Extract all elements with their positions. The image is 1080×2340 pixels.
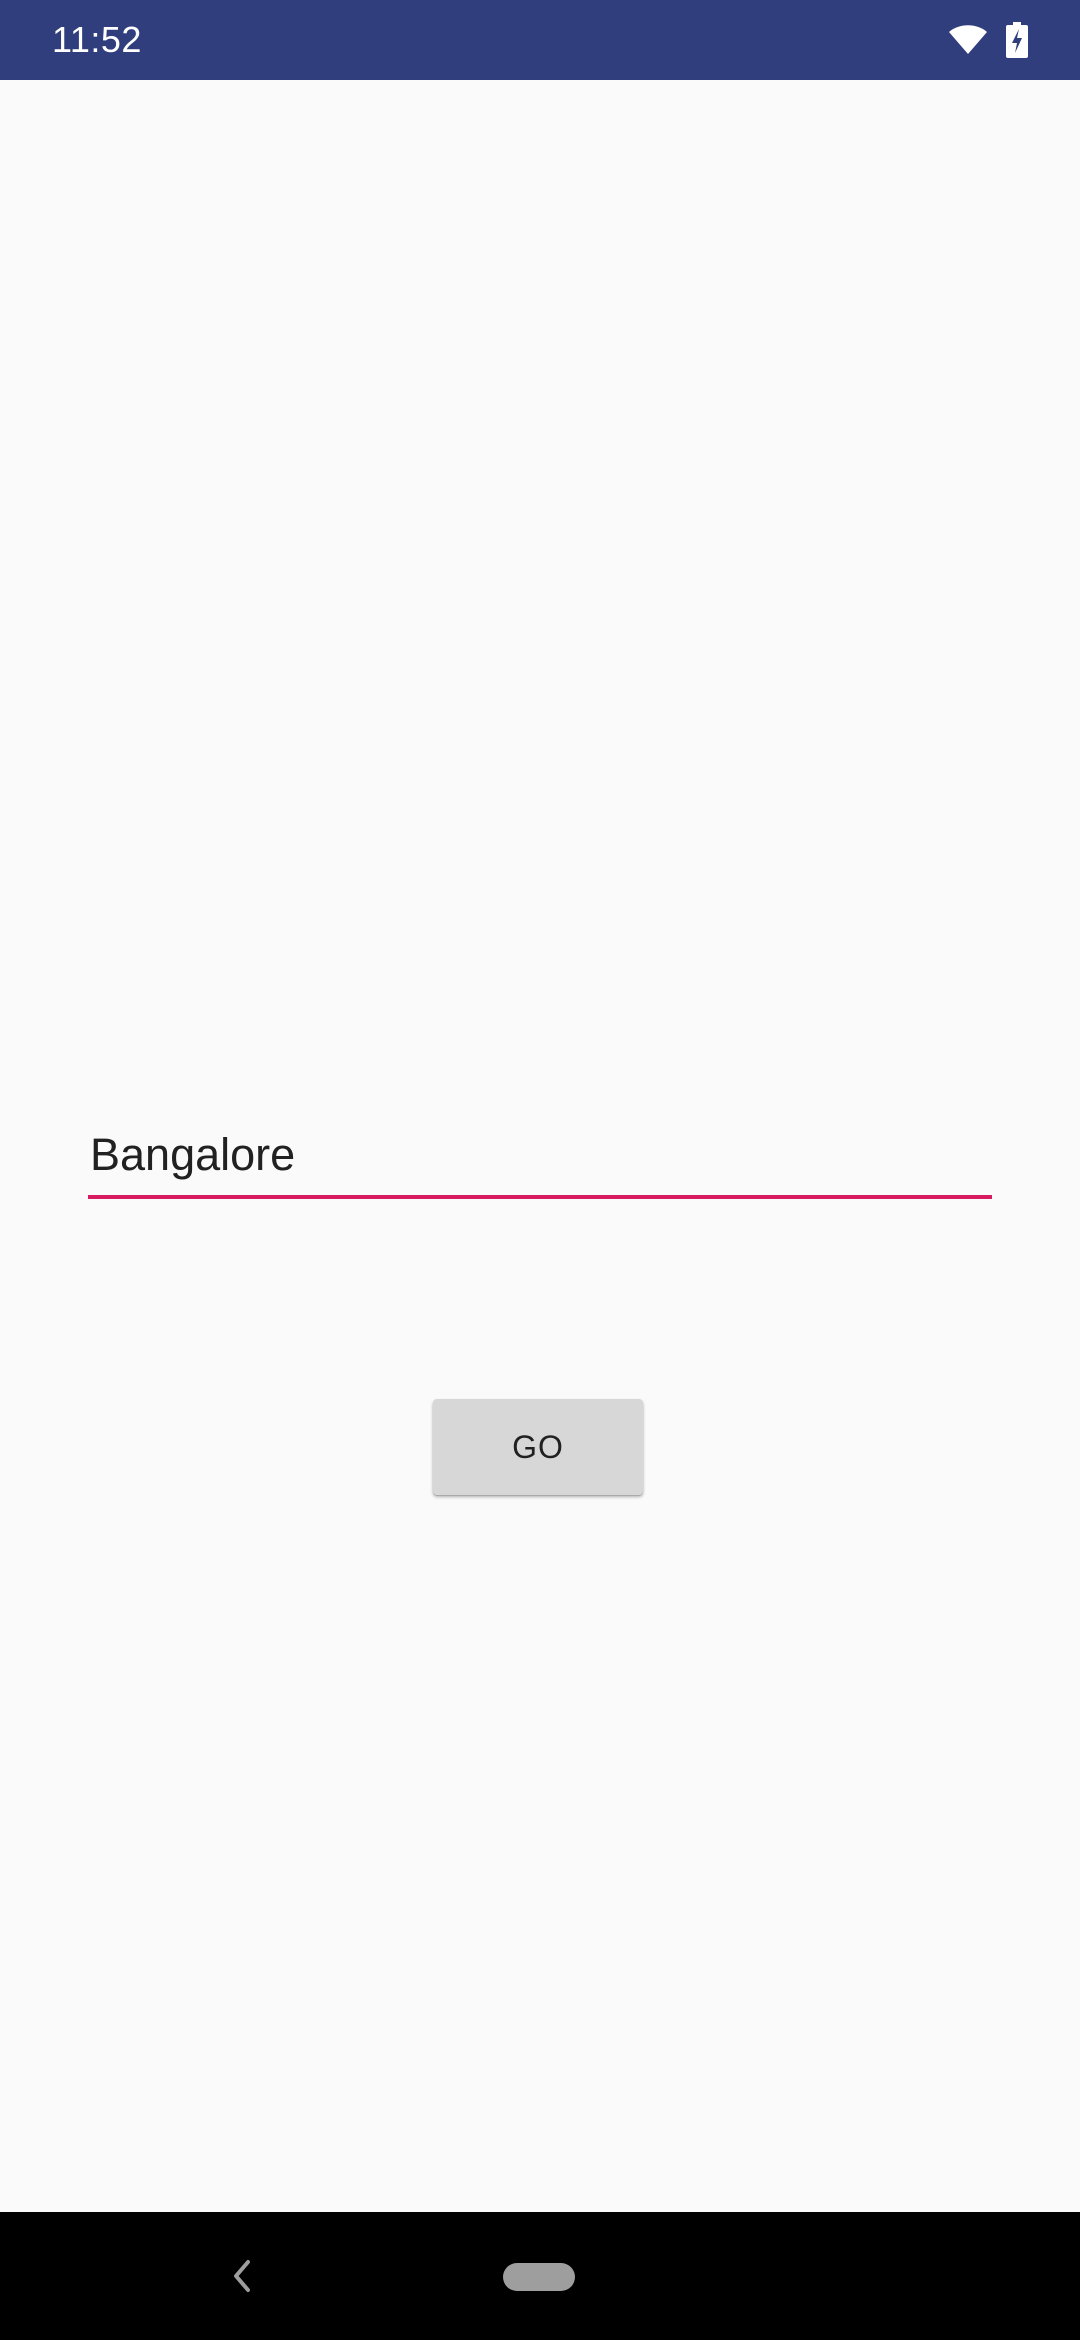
status-icons	[948, 20, 1028, 60]
city-input[interactable]: Bangalore	[88, 1125, 992, 1199]
navigation-bar	[0, 2212, 1080, 2340]
wifi-icon	[948, 24, 988, 56]
home-pill-icon[interactable]	[503, 2263, 575, 2291]
city-input-value: Bangalore	[90, 1129, 296, 1180]
status-time: 11:52	[52, 19, 142, 60]
go-button[interactable]: GO	[433, 1399, 643, 1495]
battery-charging-icon	[1006, 22, 1028, 58]
back-icon[interactable]	[226, 2256, 258, 2296]
status-bar: 11:52	[0, 0, 1080, 80]
